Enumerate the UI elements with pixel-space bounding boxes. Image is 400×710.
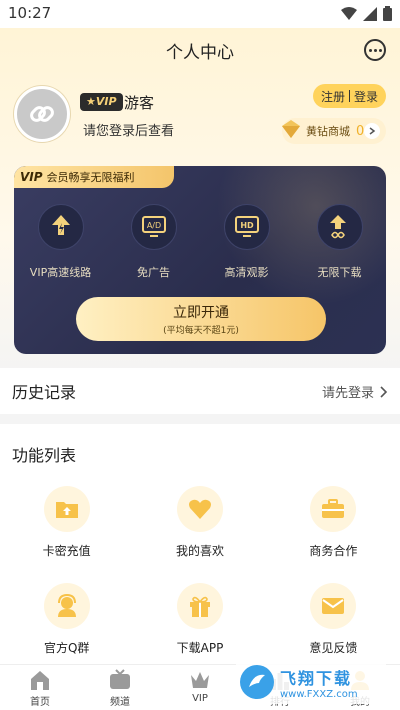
username: 游客 [124, 94, 155, 112]
link-icon [30, 106, 54, 122]
chevron-right-icon [380, 385, 388, 398]
history-link-label: 请先登录 [321, 386, 374, 401]
feature-label: 官方Q群 [43, 641, 90, 655]
tab-label: 频道 [110, 697, 130, 708]
svg-text:HD: HD [240, 221, 254, 230]
divider [348, 90, 350, 102]
more-dot [368, 48, 372, 52]
vip-badge: ★VIP [80, 93, 123, 111]
svg-text:A/D: A/D [146, 221, 160, 230]
more-dot [373, 48, 377, 52]
benefit-no-ads[interactable]: A/D 免广告 [107, 204, 200, 280]
site-watermark: 飞翔下载 www.FXXZ.com [236, 660, 386, 704]
watermark-logo-icon [240, 665, 274, 699]
watermark-url: www.FXXZ.com [280, 688, 358, 700]
lightning-download-icon [37, 204, 84, 250]
history-section[interactable]: 历史记录 请先登录 [0, 368, 400, 414]
benefit-label: 免广告 [137, 266, 170, 279]
status-time: 10:27 [8, 4, 52, 22]
support-agent-icon [43, 583, 90, 629]
watermark-text: 飞翔下载 www.FXXZ.com [280, 665, 358, 700]
vip-badge-label: VIP [95, 95, 117, 108]
feature-label: 意见反馈 [309, 641, 358, 655]
features-title: 功能列表 [12, 446, 77, 465]
vip-banner-vip: VIP [20, 170, 43, 184]
benefit-unlimited-download[interactable]: 无限下载 [293, 204, 386, 280]
briefcase-icon [310, 486, 357, 532]
more-dot [378, 48, 382, 52]
benefit-label: 无限下载 [317, 266, 362, 279]
feature-label: 卡密充值 [42, 544, 91, 558]
infinite-download-icon [316, 204, 363, 250]
tab-label: 首页 [30, 697, 50, 708]
history-title: 历史记录 [12, 383, 77, 402]
battery-icon [383, 6, 392, 21]
treasure-gem-icon [282, 120, 300, 138]
crown-icon [191, 672, 209, 688]
vip-banner-text: 会员畅享无限福利 [46, 171, 135, 184]
benefit-hd[interactable]: HD 高清观影 [200, 204, 293, 280]
avatar[interactable] [14, 86, 70, 142]
vip-badge-star: ★ [86, 95, 96, 108]
mail-icon [310, 583, 357, 629]
benefit-label: 高清观影 [224, 266, 269, 279]
tab-label: VIP [192, 693, 208, 704]
feature-grid: 卡密充值 我的喜欢 商务合作 官方Q群 下载APP 意见反馈 [0, 486, 400, 656]
open-vip-sublabel: (平均每天不超1元) [163, 326, 239, 336]
tab-channel[interactable]: 频道 [80, 665, 160, 710]
open-vip-button[interactable]: 立即开通 (平均每天不超1元) [76, 297, 326, 341]
yellow-diamond-shop-button[interactable]: 黄钻商城 0 [282, 118, 386, 144]
feature-qq-group[interactable]: 官方Q群 [0, 583, 133, 656]
watermark-title: 飞翔下载 [280, 668, 353, 688]
tv-icon [110, 669, 130, 689]
vip-banner: VIP 会员畅享无限福利 [14, 166, 174, 188]
feature-card-recharge[interactable]: 卡密充值 [0, 486, 133, 559]
login-hint[interactable]: 请您登录后查看 [83, 120, 174, 139]
more-options-button[interactable] [364, 39, 386, 61]
card-recharge-icon [43, 486, 90, 532]
hd-icon: HD [223, 204, 270, 250]
benefit-label: VIP高速线路 [29, 266, 92, 279]
tab-home[interactable]: 首页 [0, 665, 80, 710]
feature-favorites[interactable]: 我的喜欢 [133, 486, 266, 559]
vip-card: VIP 会员畅享无限福利 VIP高速线路 A/D 免广告 HD 高清观影 无限下… [14, 166, 386, 354]
benefit-high-speed[interactable]: VIP高速线路 [14, 204, 107, 280]
feature-label: 下载APP [176, 641, 224, 655]
signal-icon [363, 6, 377, 21]
history-login-link[interactable]: 请先登录 [322, 382, 388, 401]
status-icons [341, 6, 392, 21]
shop-label: 黄钻商城 [306, 125, 350, 138]
wifi-icon [341, 6, 357, 20]
open-vip-label: 立即开通 [173, 305, 229, 321]
feature-business[interactable]: 商务合作 [267, 486, 400, 559]
status-bar: 10:27 [0, 0, 400, 28]
feature-label: 商务合作 [309, 544, 358, 558]
features-section: 功能列表 卡密充值 我的喜欢 商务合作 官方Q群 下载APP 意见反馈 [0, 424, 400, 664]
page-title: 个人中心 [166, 43, 234, 63]
login-link[interactable]: 登录 [354, 88, 378, 105]
gift-box-icon [176, 583, 223, 629]
ad-block-icon: A/D [130, 204, 177, 250]
vip-benefits: VIP高速线路 A/D 免广告 HD 高清观影 无限下载 [14, 204, 386, 280]
feature-label: 我的喜欢 [175, 544, 224, 558]
heart-icon [176, 486, 223, 532]
tab-vip[interactable]: VIP [160, 665, 240, 710]
register-login-button[interactable]: 注册 登录 [312, 84, 386, 108]
feature-download-app[interactable]: 下载APP [133, 583, 266, 656]
feature-feedback[interactable]: 意见反馈 [267, 583, 400, 656]
home-icon [31, 671, 49, 690]
chevron-right-icon [364, 123, 380, 139]
register-link[interactable]: 注册 [321, 88, 345, 105]
